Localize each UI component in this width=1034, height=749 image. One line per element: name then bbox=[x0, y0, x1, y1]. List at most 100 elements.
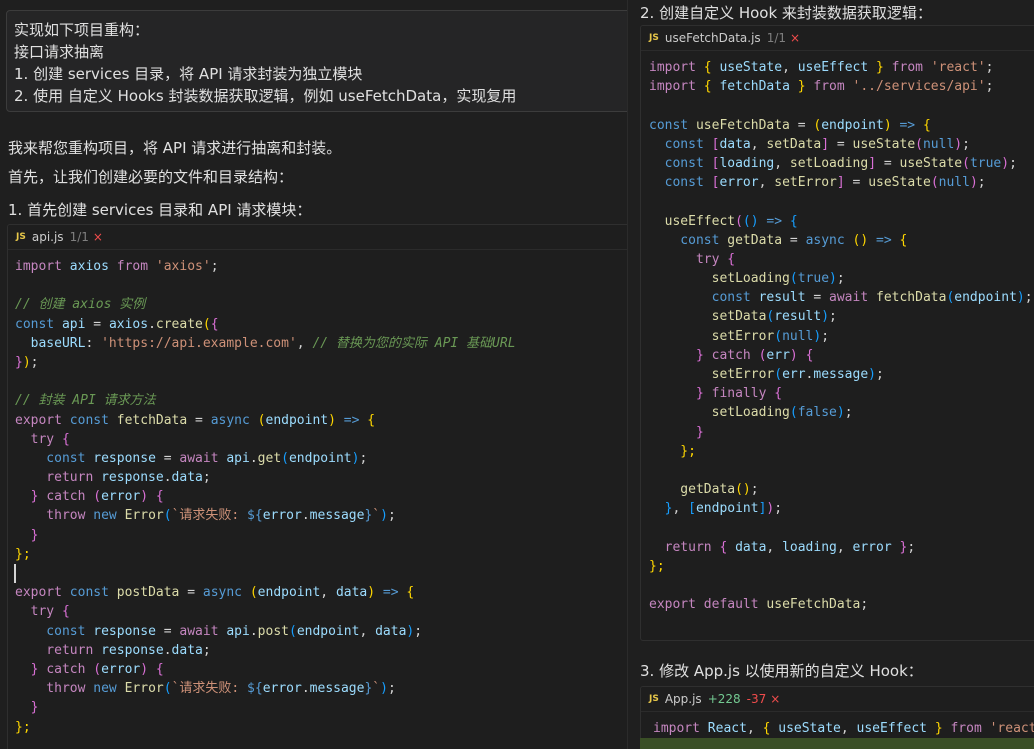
code-token: import bbox=[15, 259, 70, 274]
code-token: = bbox=[179, 585, 203, 601]
code-token: { bbox=[61, 431, 70, 447]
code-token: }; bbox=[649, 558, 665, 574]
code-token: ${ bbox=[247, 681, 263, 697]
code-content-api: import axios from 'axios'; // 创建 axios 实… bbox=[15, 257, 627, 737]
code-token: response bbox=[93, 450, 156, 466]
code-token: fetchData bbox=[876, 290, 947, 306]
code-line: }; bbox=[649, 557, 1034, 576]
code-token: ) bbox=[836, 405, 845, 421]
code-token: ) bbox=[789, 347, 806, 363]
code-token: : bbox=[85, 335, 102, 351]
code-token: . bbox=[148, 316, 156, 332]
code-token: ; bbox=[821, 328, 830, 344]
code-token: null bbox=[922, 136, 955, 152]
code-token: { bbox=[210, 316, 219, 332]
code-token: ; bbox=[774, 501, 783, 517]
code-token: ) bbox=[380, 508, 388, 524]
code-token: export bbox=[15, 412, 70, 428]
code-token: throw bbox=[15, 508, 94, 524]
code-token: } bbox=[15, 661, 47, 677]
code-line: const api = axios.create({ bbox=[15, 315, 627, 334]
code-line: return response.data; bbox=[15, 468, 627, 487]
js-file-icon: JS bbox=[649, 694, 659, 704]
code-token: { bbox=[703, 79, 720, 95]
code-token: const bbox=[649, 155, 712, 171]
code-token: 'react' bbox=[930, 60, 986, 75]
code-token: ` bbox=[372, 508, 381, 524]
file-name[interactable]: App.js bbox=[665, 692, 702, 706]
reject-icon[interactable]: × bbox=[93, 230, 103, 244]
code-token: ( bbox=[742, 213, 751, 229]
code-token: endpoint bbox=[954, 290, 1017, 306]
code-token: } bbox=[649, 347, 712, 363]
code-block-api: JS api.js 1/1 × import axios from 'axios… bbox=[7, 224, 627, 749]
answer-intro: 我来帮您重构项目，将 API 请求进行抽离和封装。 bbox=[8, 139, 342, 157]
code-token: = bbox=[805, 290, 830, 306]
code-token: api bbox=[226, 623, 250, 639]
code-line: }); bbox=[15, 353, 627, 372]
code-token: { bbox=[155, 661, 164, 677]
code-token: ; bbox=[210, 259, 219, 274]
code-line: } catch (error) { bbox=[15, 487, 627, 506]
code-token: => bbox=[876, 232, 900, 248]
code-token: return bbox=[15, 642, 102, 658]
code-token: }; bbox=[649, 443, 696, 459]
chat-pane-left: 实现如下项目重构： 接口请求抽离 1. 创建 services 目录，将 API… bbox=[0, 0, 627, 749]
code-token: = bbox=[85, 316, 109, 332]
code-token: { bbox=[762, 721, 779, 736]
code-token: , bbox=[672, 501, 689, 517]
code-token: = bbox=[844, 175, 869, 191]
code-token: response bbox=[93, 623, 156, 639]
code-token: data bbox=[171, 470, 203, 486]
code-token: ) bbox=[22, 354, 31, 370]
code-token: const bbox=[15, 316, 62, 332]
code-token: data bbox=[735, 539, 767, 555]
code-token: '../services/api' bbox=[852, 79, 986, 95]
file-header-app[interactable]: JS App.js +228 -37 × bbox=[641, 687, 1034, 712]
code-token: const bbox=[649, 175, 712, 191]
code-token: error bbox=[262, 681, 302, 697]
code-token: , bbox=[296, 335, 313, 351]
code-token: } bbox=[15, 527, 39, 543]
code-line: try { bbox=[15, 602, 627, 621]
file-name[interactable]: useFetchData.js bbox=[665, 31, 761, 45]
code-token: `请求失败: bbox=[171, 508, 248, 524]
code-token: endpoint bbox=[821, 117, 884, 133]
code-token: setLoading bbox=[649, 405, 790, 421]
code-token: }; bbox=[15, 719, 31, 735]
file-header-api[interactable]: JS api.js 1/1 × bbox=[8, 225, 627, 250]
code-token: }; bbox=[15, 546, 31, 562]
code-token: const bbox=[649, 136, 712, 152]
reject-icon[interactable]: × bbox=[790, 31, 800, 45]
reject-icon[interactable]: × bbox=[770, 692, 780, 706]
diff-added-line-highlight bbox=[640, 738, 1034, 749]
code-token: ] bbox=[868, 155, 877, 171]
code-token: setError bbox=[774, 175, 837, 191]
code-token: } bbox=[876, 60, 892, 75]
code-content-hook: import { useState, useEffect } from 'rea… bbox=[649, 58, 1034, 614]
code-token: ) bbox=[1016, 290, 1025, 306]
code-token: ) bbox=[860, 232, 877, 248]
file-name[interactable]: api.js bbox=[32, 230, 64, 244]
code-token: => bbox=[899, 117, 923, 133]
code-line: import { useState, useEffect } from 'rea… bbox=[649, 58, 1034, 77]
code-token: const bbox=[15, 623, 94, 639]
code-line: setLoading(true); bbox=[649, 269, 1034, 288]
code-token: const bbox=[15, 450, 94, 466]
code-token: false bbox=[797, 405, 837, 421]
code-token: } bbox=[934, 721, 951, 736]
code-token: = bbox=[782, 232, 806, 248]
code-line: const getData = async () => { bbox=[649, 231, 1034, 250]
js-file-icon: JS bbox=[649, 33, 659, 43]
code-token: catch bbox=[46, 661, 94, 677]
code-token: setError bbox=[649, 328, 775, 344]
code-token: { bbox=[406, 585, 415, 601]
code-token: default bbox=[703, 597, 767, 613]
file-header-hook[interactable]: JS useFetchData.js 1/1 × bbox=[641, 26, 1034, 51]
code-line: return { data, loading, error }; bbox=[649, 538, 1034, 557]
code-token: useEffect bbox=[649, 213, 736, 229]
code-token: return bbox=[15, 470, 102, 486]
